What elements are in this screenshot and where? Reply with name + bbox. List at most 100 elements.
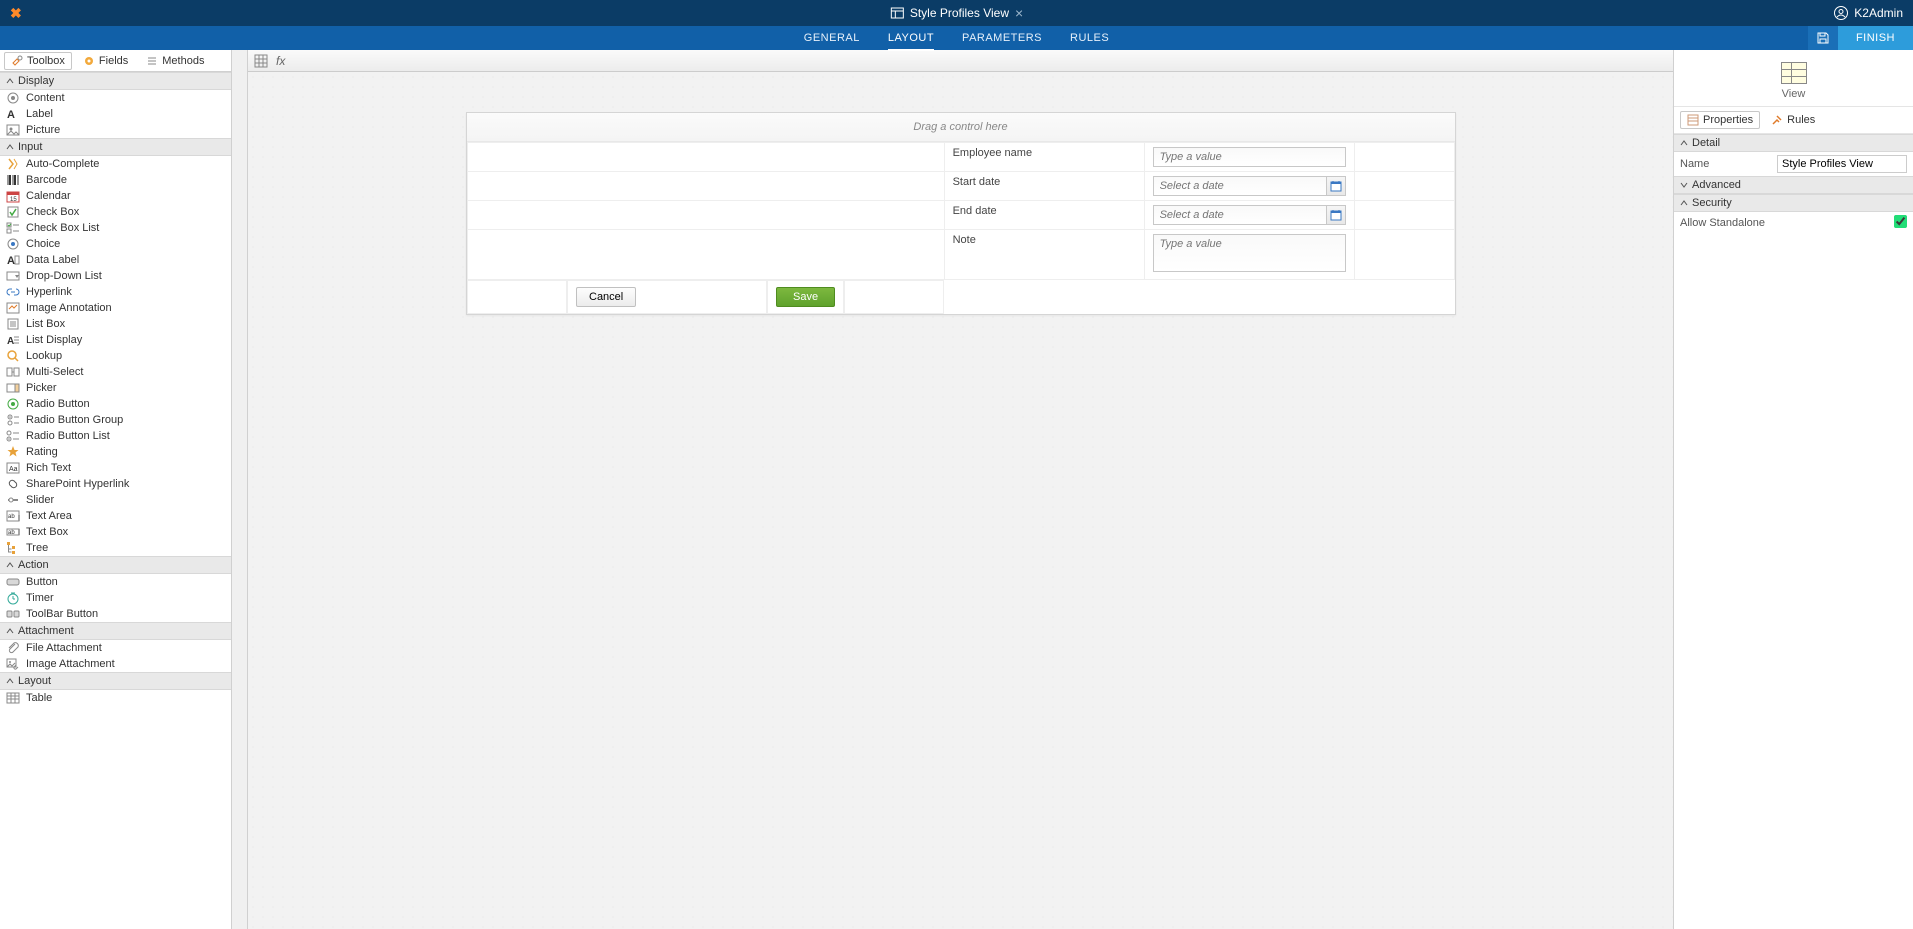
form-container[interactable]: Drag a control here Employee name Start … <box>466 112 1456 315</box>
finish-button[interactable]: FINISH <box>1838 26 1913 50</box>
tool-image-annotation[interactable]: Image Annotation <box>0 300 231 316</box>
section-detail[interactable]: Detail <box>1674 134 1913 152</box>
radio-button-group-icon <box>6 413 20 427</box>
chevron-down-icon <box>6 77 14 85</box>
section-security[interactable]: Security <box>1674 194 1913 212</box>
tool-button[interactable]: Button <box>0 574 231 590</box>
tool-list-display[interactable]: AList Display <box>0 332 231 348</box>
tool-label: Barcode <box>26 174 67 186</box>
category-layout[interactable]: Layout <box>0 672 231 690</box>
user-menu[interactable]: K2Admin <box>1834 6 1903 20</box>
tool-label: Timer <box>26 592 54 604</box>
left-tab-methods[interactable]: Methods <box>139 52 211 70</box>
file-attachment-icon <box>6 641 20 655</box>
save-icon-button[interactable] <box>1808 26 1838 50</box>
tool-table[interactable]: Table <box>0 690 231 706</box>
tab-rules[interactable]: RULES <box>1070 28 1109 48</box>
tool-label: File Attachment <box>26 642 102 654</box>
tool-multi-select[interactable]: Multi-Select <box>0 364 231 380</box>
picker-icon <box>6 381 20 395</box>
tool-text-box[interactable]: abText Box <box>0 524 231 540</box>
tool-label: ToolBar Button <box>26 608 98 620</box>
sharepoint-hyperlink-icon <box>6 477 20 491</box>
tool-sharepoint-hyperlink[interactable]: SharePoint Hyperlink <box>0 476 231 492</box>
layout-grid-icon[interactable] <box>254 54 268 68</box>
tool-data-label[interactable]: AData Label <box>0 252 231 268</box>
chevron-right-icon <box>1680 181 1688 189</box>
tool-list-box[interactable]: List Box <box>0 316 231 332</box>
tool-check-box[interactable]: Check Box <box>0 204 231 220</box>
category-display[interactable]: Display <box>0 72 231 90</box>
tool-check-box-list[interactable]: Check Box List <box>0 220 231 236</box>
data-label-icon: A <box>6 253 20 267</box>
fx-label[interactable]: fx <box>276 54 285 68</box>
calendar-icon-start[interactable] <box>1326 176 1346 196</box>
tool-timer[interactable]: Timer <box>0 590 231 606</box>
label-note[interactable]: Note <box>944 230 1144 280</box>
category-attachment[interactable]: Attachment <box>0 622 231 640</box>
tool-choice[interactable]: Choice <box>0 236 231 252</box>
text-box-icon: ab <box>6 525 20 539</box>
left-tab-fields[interactable]: Fields <box>76 52 135 70</box>
titlebar: ✖ Style Profiles View × K2Admin <box>0 0 1913 26</box>
design-canvas[interactable]: Drag a control here Employee name Start … <box>248 72 1673 929</box>
ribbon: GENERAL LAYOUT PARAMETERS RULES FINISH <box>0 26 1913 50</box>
tool-label: Hyperlink <box>26 286 72 298</box>
tool-picture[interactable]: Picture <box>0 122 231 138</box>
tool-label: Slider <box>26 494 54 506</box>
tool-file-attachment[interactable]: File Attachment <box>0 640 231 656</box>
tool-lookup[interactable]: Lookup <box>0 348 231 364</box>
label-end-date[interactable]: End date <box>944 201 1144 230</box>
prop-name-row: Name <box>1674 152 1913 176</box>
tool-image-attachment[interactable]: Image Attachment <box>0 656 231 672</box>
input-employee-name[interactable] <box>1153 147 1346 167</box>
save-button[interactable]: Save <box>776 287 835 307</box>
category-input[interactable]: Input <box>0 138 231 156</box>
app-logo-icon: ✖ <box>10 5 22 22</box>
tool-calendar[interactable]: 15Calendar <box>0 188 231 204</box>
tab-general[interactable]: GENERAL <box>804 28 860 48</box>
tool-radio-button[interactable]: Radio Button <box>0 396 231 412</box>
tool-rating[interactable]: Rating <box>0 444 231 460</box>
tool-text-area[interactable]: abText Area <box>0 508 231 524</box>
tool-radio-button-list[interactable]: Radio Button List <box>0 428 231 444</box>
tool-tree[interactable]: Tree <box>0 540 231 556</box>
cancel-button[interactable]: Cancel <box>576 287 636 307</box>
prop-allow-standalone-checkbox[interactable] <box>1894 215 1907 228</box>
category-label: Display <box>18 75 54 87</box>
category-label: Layout <box>18 675 51 687</box>
tool-picker[interactable]: Picker <box>0 380 231 396</box>
drop-zone-hint[interactable]: Drag a control here <box>467 113 1455 142</box>
tool-content[interactable]: Content <box>0 90 231 106</box>
tool-label: Button <box>26 576 58 588</box>
tool-toolbar-button[interactable]: ToolBar Button <box>0 606 231 622</box>
label-start-date[interactable]: Start date <box>944 172 1144 201</box>
picture-icon <box>6 123 20 137</box>
input-end-date[interactable] <box>1153 205 1326 225</box>
left-tab-toolbox[interactable]: Toolbox <box>4 52 72 70</box>
left-splitter[interactable] <box>232 50 248 929</box>
tab-parameters[interactable]: PARAMETERS <box>962 28 1042 48</box>
input-note[interactable] <box>1153 234 1346 272</box>
document-tab[interactable]: Style Profiles View × <box>890 5 1023 21</box>
tool-slider[interactable]: Slider <box>0 492 231 508</box>
tool-auto-complete[interactable]: Auto-Complete <box>0 156 231 172</box>
input-start-date[interactable] <box>1153 176 1326 196</box>
tab-layout[interactable]: LAYOUT <box>888 28 934 48</box>
slider-icon <box>6 493 20 507</box>
calendar-icon-end[interactable] <box>1326 205 1346 225</box>
prop-name-input[interactable] <box>1777 155 1907 173</box>
tool-rich-text[interactable]: AaRich Text <box>0 460 231 476</box>
tool-radio-button-group[interactable]: Radio Button Group <box>0 412 231 428</box>
tool-hyperlink[interactable]: Hyperlink <box>0 284 231 300</box>
category-action[interactable]: Action <box>0 556 231 574</box>
barcode-icon <box>6 173 20 187</box>
right-tab-rules[interactable]: Rules <box>1764 111 1822 129</box>
tool-barcode[interactable]: Barcode <box>0 172 231 188</box>
close-icon[interactable]: × <box>1015 5 1023 21</box>
right-tab-properties[interactable]: Properties <box>1680 111 1760 129</box>
tool-label[interactable]: ALabel <box>0 106 231 122</box>
tool-drop-down-list[interactable]: Drop-Down List <box>0 268 231 284</box>
section-advanced[interactable]: Advanced <box>1674 176 1913 194</box>
label-employee-name[interactable]: Employee name <box>944 143 1144 172</box>
